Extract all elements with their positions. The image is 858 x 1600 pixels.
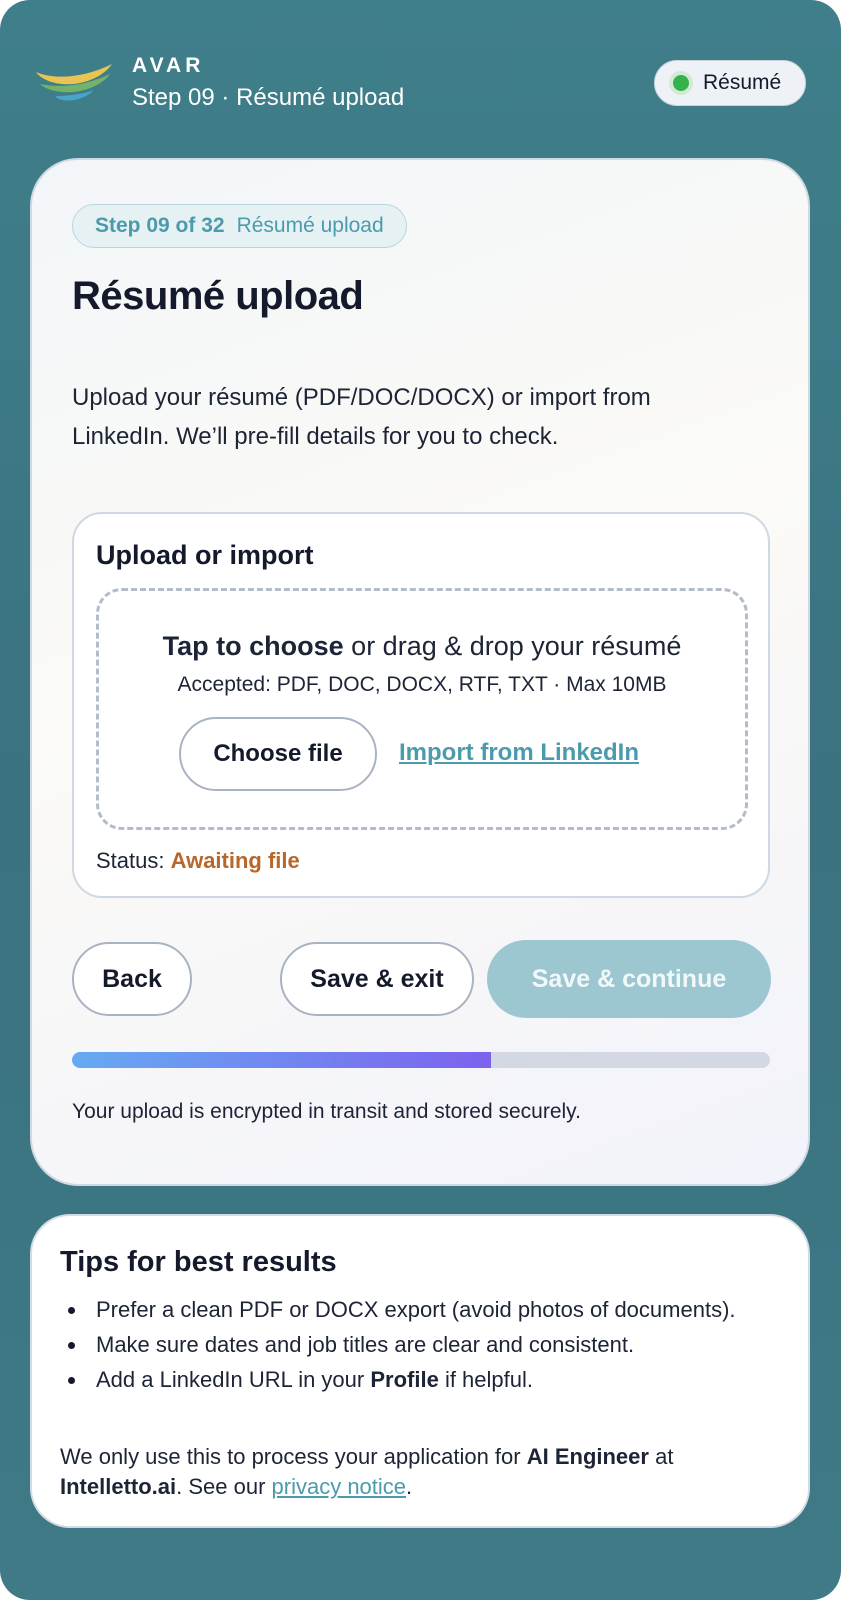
tip-item: Make sure dates and job titles are clear…: [60, 1327, 760, 1362]
status-label: Status:: [96, 848, 171, 873]
note-text: at: [648, 1444, 674, 1469]
tip-text: if helpful.: [438, 1367, 533, 1392]
import-linkedin-link[interactable]: Import from LinkedIn: [399, 739, 639, 767]
status-pill-label: Résumé: [703, 71, 782, 94]
step-badge-count: Step 09 of 32: [95, 214, 225, 237]
brand-name: AVAR: [132, 54, 205, 77]
upload-panel-title: Upload or import: [96, 540, 314, 570]
note-role: AI Engineer: [526, 1444, 649, 1469]
dropzone-instruction: Tap to choose or drag & drop your résumé: [99, 631, 745, 662]
note-text: . See our: [176, 1474, 272, 1499]
dropzone-instruction-bold: Tap to choose: [162, 631, 344, 661]
status-dot-icon: [673, 75, 689, 91]
step-badge-label: Résumé upload: [236, 214, 384, 237]
tips-list: Prefer a clean PDF or DOCX export (avoid…: [60, 1292, 760, 1397]
header-step-subtitle: Step 09 · Résumé upload: [132, 84, 405, 111]
security-note: Your upload is encrypted in transit and …: [72, 1100, 581, 1123]
upload-panel: Upload or import Tap to choose or drag &…: [72, 512, 770, 898]
choose-file-button[interactable]: Choose file: [179, 717, 377, 791]
accepted-formats: Accepted: PDF, DOC, DOCX, RTF, TXT · Max…: [177, 673, 667, 696]
note-company: Intelletto.ai: [60, 1474, 177, 1499]
resume-upload-card: Step 09 of 32 Résumé upload Résumé uploa…: [30, 158, 810, 1186]
status-value: Awaiting file: [170, 848, 300, 873]
progress-bar: [72, 1052, 770, 1068]
progress-bar-fill: [72, 1052, 491, 1068]
privacy-notice-link[interactable]: privacy notice: [272, 1474, 407, 1499]
back-button[interactable]: Back: [72, 942, 192, 1016]
save-exit-button[interactable]: Save & exit: [280, 942, 474, 1016]
upload-status: Status: Awaiting file: [96, 848, 300, 874]
status-pill: Résumé: [654, 60, 806, 106]
note-text: .: [406, 1474, 413, 1499]
tips-title: Tips for best results: [60, 1246, 337, 1278]
page-description: Upload your résumé (PDF/DOC/DOCX) or imp…: [72, 384, 651, 450]
dropzone-instruction-rest: or drag & drop your résumé: [343, 631, 682, 661]
note-text: We only use this to process your applica…: [60, 1444, 527, 1469]
avar-logo-icon: [36, 64, 112, 101]
privacy-note: We only use this to process your applica…: [60, 1442, 790, 1502]
tip-text: Add a LinkedIn URL in your: [96, 1367, 371, 1392]
save-continue-button[interactable]: Save & continue: [487, 940, 771, 1018]
tip-item: Prefer a clean PDF or DOCX export (avoid…: [60, 1292, 760, 1327]
app-frame: AVAR Step 09 · Résumé upload Résumé Step…: [0, 0, 841, 1600]
page-title: Résumé upload: [72, 274, 364, 318]
tip-item: Add a LinkedIn URL in your Profile if he…: [60, 1362, 760, 1397]
file-dropzone[interactable]: Tap to choose or drag & drop your résumé…: [96, 588, 748, 830]
tips-card: Tips for best results Prefer a clean PDF…: [30, 1214, 810, 1528]
step-badge: Step 09 of 32 Résumé upload: [72, 204, 407, 248]
tip-profile-bold: Profile: [370, 1367, 439, 1392]
